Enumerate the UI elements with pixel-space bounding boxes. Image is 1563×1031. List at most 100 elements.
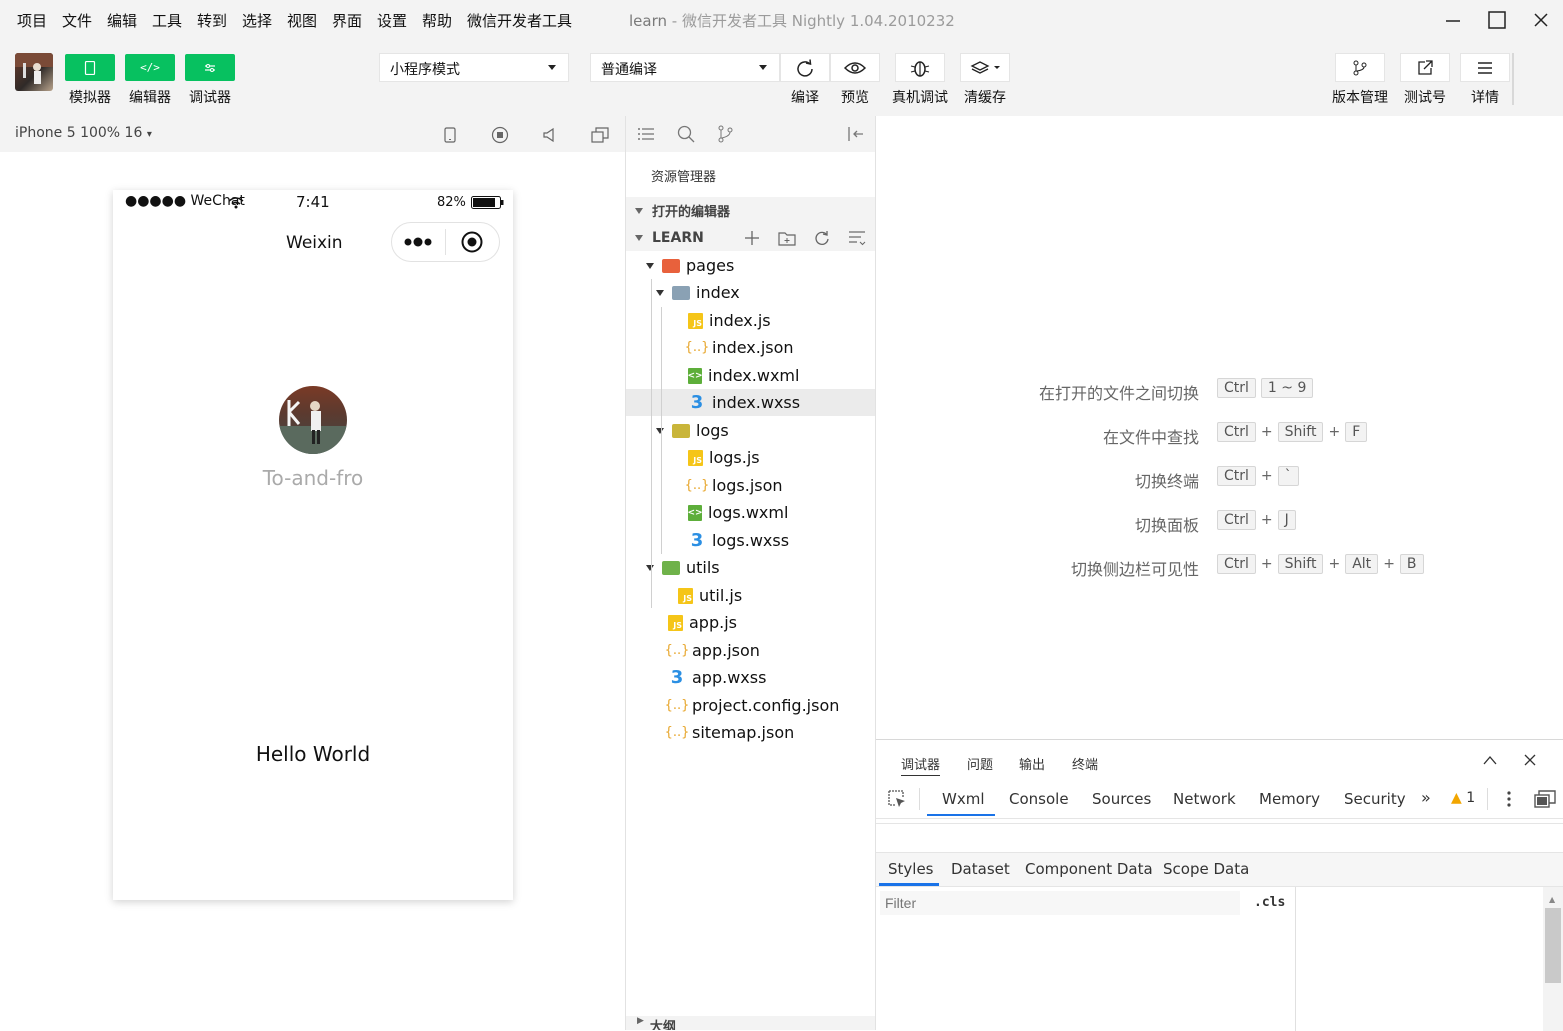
warning-indicator[interactable]: ▲ 1	[1451, 790, 1475, 806]
collapse-sidebar-icon[interactable]	[847, 126, 865, 146]
file-tree-item[interactable]: 3 index.wxss	[626, 389, 875, 416]
file-tree-item[interactable]: pages	[626, 252, 875, 279]
file-tree-item[interactable]: JS app.js	[626, 609, 875, 636]
version-control-button[interactable]	[1335, 53, 1385, 82]
scrollbar-thumb[interactable]	[1545, 908, 1561, 983]
device-select[interactable]: iPhone 5 100% 16 ▾	[15, 125, 152, 141]
menu-item[interactable]: 工具	[152, 10, 182, 31]
file-tree-item[interactable]: JS logs.js	[626, 444, 875, 471]
test-account-button[interactable]	[1400, 53, 1450, 82]
file-tree-item[interactable]: {..} sitemap.json	[626, 719, 875, 746]
compile-mode-select[interactable]: 普通编译	[590, 53, 780, 82]
key-plus: +	[1328, 424, 1341, 440]
layers-icon	[970, 60, 1000, 74]
editor-toggle[interactable]: </>	[125, 54, 175, 81]
more-tabs-icon[interactable]: »	[1421, 788, 1431, 807]
file-tree-item[interactable]: 3 app.wxss	[626, 664, 875, 691]
detach-window-icon[interactable]	[591, 126, 609, 144]
menu-item[interactable]: 编辑	[107, 10, 137, 31]
styles-filter-input[interactable]	[880, 891, 1240, 915]
menu-item[interactable]: 文件	[62, 10, 92, 31]
open-editors-section[interactable]: 打开的编辑器	[626, 197, 875, 224]
devtools-panel-tab[interactable]: Console	[1009, 790, 1069, 808]
devtools-sub-tab[interactable]: Scope Data	[1163, 860, 1249, 878]
search-icon[interactable]	[677, 125, 695, 147]
more-icon[interactable]	[402, 236, 434, 252]
file-tree-item[interactable]: utils	[626, 554, 875, 581]
file-tree-item[interactable]: JS util.js	[626, 582, 875, 609]
file-tree-item[interactable]: logs	[626, 417, 875, 444]
menu-item[interactable]: 帮助	[422, 10, 452, 31]
source-control-icon[interactable]	[717, 125, 735, 147]
kebab-menu-icon[interactable]	[1507, 790, 1511, 812]
menu-item[interactable]: 界面	[332, 10, 362, 31]
devtools-sub-tab[interactable]: Component Data	[1025, 860, 1153, 878]
chevron-down-icon	[646, 262, 654, 269]
list-icon[interactable]	[637, 126, 655, 146]
scroll-up-icon[interactable]: ▲	[1549, 895, 1555, 904]
mode-select[interactable]: 小程序模式	[379, 53, 569, 82]
real-device-debug-button[interactable]	[895, 53, 945, 82]
record-icon[interactable]	[491, 126, 509, 144]
volume-icon[interactable]	[541, 126, 559, 144]
cls-toggle[interactable]: .cls	[1254, 895, 1285, 910]
devtools-panel-tab[interactable]: Security	[1344, 790, 1406, 808]
chevron-up-icon[interactable]	[1483, 755, 1497, 765]
outline-section[interactable]: ▶ 大纲	[626, 1016, 875, 1030]
file-tree-item[interactable]: JS index.js	[626, 307, 875, 334]
close-icon[interactable]	[1524, 754, 1536, 766]
devtools-sub-tab[interactable]: Dataset	[951, 860, 1010, 878]
folder-icon	[662, 258, 680, 273]
refresh-icon	[797, 58, 813, 77]
user-avatar[interactable]	[15, 53, 53, 91]
file-tree-item[interactable]: {..} logs.json	[626, 472, 875, 499]
clear-cache-button[interactable]	[960, 53, 1010, 82]
close-window-button[interactable]	[1518, 4, 1563, 36]
menu-item[interactable]: 项目	[17, 10, 47, 31]
menu-item[interactable]: 选择	[242, 10, 272, 31]
file-tree-item[interactable]: <> index.wxml	[626, 362, 875, 389]
debugger-toggle[interactable]	[185, 54, 235, 81]
key-plus: +	[1260, 556, 1273, 572]
menu-item[interactable]: 转到	[197, 10, 227, 31]
collapse-all-icon[interactable]	[848, 230, 866, 246]
file-tree-item[interactable]: 3 logs.wxss	[626, 527, 875, 554]
devtools-top-tab[interactable]: 终端	[1072, 754, 1098, 773]
devtools-panel-tab[interactable]: Memory	[1259, 790, 1320, 808]
file-tree-item[interactable]: {..} project.config.json	[626, 692, 875, 719]
refresh-icon[interactable]	[814, 230, 830, 246]
devtools-panel-tab[interactable]: Sources	[1092, 790, 1151, 808]
js-file-icon: JS	[668, 614, 683, 631]
devtools-panel-tab[interactable]: Network	[1173, 790, 1236, 808]
shortcut-label: 切换终端	[1134, 472, 1199, 491]
simulator-toggle[interactable]	[65, 54, 115, 81]
devtools-top-tab[interactable]: 调试器	[901, 754, 941, 776]
devtools-panel-tab[interactable]: Wxml	[942, 790, 985, 808]
js-file-icon: JS	[688, 449, 703, 466]
devtools-sub-tab[interactable]: Styles	[888, 860, 934, 878]
file-tree-label: project.config.json	[692, 696, 840, 715]
compile-button[interactable]	[780, 53, 830, 82]
new-folder-icon[interactable]	[778, 230, 796, 246]
project-section[interactable]: LEARN	[626, 224, 875, 251]
details-button[interactable]	[1460, 53, 1510, 82]
undock-icon[interactable]	[1534, 790, 1556, 808]
minimize-button[interactable]	[1430, 4, 1476, 36]
file-tree-item[interactable]: index	[626, 279, 875, 306]
chevron-down-icon	[548, 65, 556, 70]
devtools-top-tab[interactable]: 问题	[967, 754, 993, 773]
menu-item[interactable]: 视图	[287, 10, 317, 31]
capsule-close-icon[interactable]	[461, 231, 483, 257]
file-tree-item[interactable]: {..} index.json	[626, 334, 875, 361]
devtools-top-tab[interactable]: 输出	[1019, 754, 1045, 773]
file-tree-item[interactable]: <> logs.wxml	[626, 499, 875, 526]
inspect-element-icon[interactable]	[888, 790, 906, 808]
folder-icon	[672, 285, 690, 300]
preview-button[interactable]	[830, 53, 880, 82]
file-tree-item[interactable]: {..} app.json	[626, 637, 875, 664]
menu-item[interactable]: 设置	[377, 10, 407, 31]
new-file-icon[interactable]	[744, 230, 760, 246]
menu-item[interactable]: 微信开发者工具	[467, 10, 572, 31]
maximize-button[interactable]	[1474, 4, 1520, 36]
phone-icon[interactable]	[441, 126, 459, 144]
